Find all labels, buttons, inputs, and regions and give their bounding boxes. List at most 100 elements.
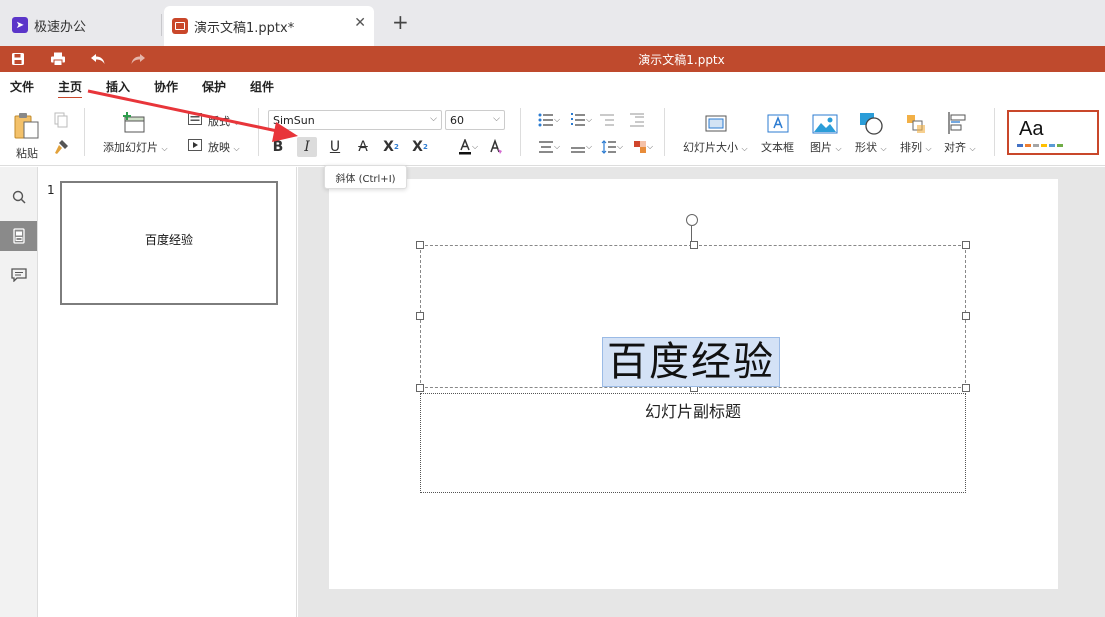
subtitle-placeholder[interactable]: 幻灯片副标题	[420, 393, 966, 493]
align-objects-button[interactable]: 对齐 ⌵	[944, 139, 976, 155]
close-tab-icon[interactable]: ✕	[354, 15, 366, 31]
play-button[interactable]: 放映 ⌵	[208, 139, 240, 155]
chevron-down-icon: ⌵	[161, 144, 168, 153]
tab-bar: ➤ 极速办公 演示文稿1.pptx* ✕ +	[0, 0, 1105, 46]
align-objects-icon[interactable]	[947, 111, 971, 134]
chevron-down-icon: ⌵	[553, 142, 561, 151]
shape-icon[interactable]	[858, 111, 883, 135]
tab-home-label: 极速办公	[34, 19, 87, 35]
menu-collaborate[interactable]: 协作	[154, 78, 178, 95]
font-color-button[interactable]: ⌵	[454, 137, 482, 157]
comment-icon[interactable]	[0, 260, 37, 290]
chevron-down-icon: ⌵	[585, 142, 593, 151]
arrange-icon[interactable]	[905, 113, 929, 135]
bold-button[interactable]: B	[268, 137, 288, 157]
layout-button[interactable]: 版式 ⌵	[208, 113, 240, 129]
font-size-select[interactable]: 60 ⌵	[445, 110, 505, 130]
menu-components[interactable]: 组件	[250, 78, 274, 95]
vertical-align-button[interactable]: ⌵	[566, 137, 596, 157]
text-box-icon[interactable]	[767, 114, 791, 136]
menu-home[interactable]: 主页	[58, 78, 83, 99]
fill-color-button[interactable]: ⌵	[628, 137, 658, 157]
slide-thumbnail[interactable]: 百度经验	[60, 181, 278, 305]
chevron-down-icon: ⌵	[553, 115, 561, 124]
resize-handle[interactable]	[962, 384, 970, 392]
numbered-list-button[interactable]: ⌵	[566, 110, 596, 130]
align-text-button[interactable]: ⌵	[534, 137, 564, 157]
italic-button[interactable]: I	[297, 137, 317, 157]
increase-indent-icon[interactable]	[627, 110, 647, 130]
tab-document-label: 演示文稿1.pptx*	[194, 20, 295, 36]
menu-bar: 文件 主页 插入 协作 保护 组件	[0, 72, 1105, 99]
theme-preview[interactable]: Aa	[1007, 110, 1099, 155]
resize-handle[interactable]	[690, 241, 698, 249]
layout-label: 版式	[208, 115, 230, 128]
menu-insert[interactable]: 插入	[106, 78, 130, 95]
add-slide-icon[interactable]	[122, 112, 146, 134]
line-spacing-button[interactable]: ⌵	[597, 137, 627, 157]
ribbon-divider	[520, 108, 521, 156]
picture-label: 图片	[810, 141, 832, 154]
decrease-indent-icon[interactable]	[597, 110, 617, 130]
menu-protect[interactable]: 保护	[202, 78, 226, 95]
menu-file[interactable]: 文件	[10, 78, 34, 95]
resize-handle[interactable]	[416, 241, 424, 249]
font-size-value: 60	[450, 114, 464, 127]
tab-divider	[161, 14, 162, 36]
chevron-down-icon: ⌵	[616, 142, 624, 151]
resize-handle[interactable]	[416, 384, 424, 392]
shape-label: 形状	[855, 141, 877, 154]
chevron-down-icon: ⌵	[585, 115, 593, 124]
font-family-value: SimSun	[273, 114, 315, 127]
superscript-mark: 2	[393, 143, 399, 151]
tab-document[interactable]: 演示文稿1.pptx* ✕	[164, 6, 374, 46]
add-slide-button[interactable]: 添加幻灯片 ⌵	[103, 139, 168, 155]
superscript-label: X	[383, 139, 394, 155]
ribbon-divider	[84, 108, 85, 156]
title-placeholder[interactable]: 百度经验	[416, 241, 970, 392]
resize-handle[interactable]	[416, 312, 424, 320]
slide-size-button[interactable]: 幻灯片大小 ⌵	[683, 139, 748, 155]
slide-title-text[interactable]: 百度经验	[602, 337, 780, 387]
layout-icon[interactable]	[188, 113, 202, 125]
slide-subtitle-text[interactable]: 幻灯片副标题	[421, 398, 965, 422]
play-icon[interactable]	[188, 139, 202, 151]
highlight-icon[interactable]	[486, 137, 506, 157]
ribbon-toolbar: 粘贴 添加幻灯片 ⌵ 版式 ⌵ 放映 ⌵ SimSun ⌵ 60 ⌵ B I U…	[0, 98, 1105, 166]
underline-button[interactable]: U	[325, 137, 345, 157]
text-box-button[interactable]: 文本框	[761, 139, 794, 155]
format-painter-icon[interactable]	[53, 139, 69, 155]
left-tool-strip	[0, 167, 38, 617]
tab-home[interactable]: ➤ 极速办公	[0, 6, 160, 44]
chevron-down-icon: ⌵	[646, 142, 654, 151]
superscript-button[interactable]: X2	[381, 137, 401, 157]
picture-button[interactable]: 图片 ⌵	[810, 139, 842, 155]
picture-icon[interactable]	[812, 113, 838, 135]
font-family-select[interactable]: SimSun ⌵	[268, 110, 442, 130]
resize-handle[interactable]	[962, 241, 970, 249]
shape-button[interactable]: 形状 ⌵	[855, 139, 887, 155]
subscript-button[interactable]: X2	[410, 137, 430, 157]
slide-canvas: 百度经验 幻灯片副标题	[298, 167, 1105, 617]
slide-size-icon[interactable]	[705, 114, 729, 136]
chevron-down-icon: ⌵	[430, 114, 437, 124]
arrange-button[interactable]: 排列 ⌵	[900, 139, 932, 155]
rotate-handle[interactable]	[686, 214, 698, 226]
copy-icon[interactable]	[54, 112, 68, 128]
slides-panel-icon[interactable]	[0, 221, 37, 251]
chevron-down-icon: ⌵	[880, 144, 887, 153]
arrange-label: 排列	[900, 141, 922, 154]
bullet-list-button[interactable]: ⌵	[534, 110, 564, 130]
paste-label[interactable]: 粘贴	[16, 145, 38, 161]
theme-color-swatch	[1057, 144, 1063, 147]
ribbon-divider	[258, 108, 259, 156]
resize-handle[interactable]	[962, 312, 970, 320]
slide[interactable]: 百度经验 幻灯片副标题	[329, 179, 1058, 589]
theme-color-swatch	[1041, 144, 1047, 147]
align-objects-label: 对齐	[944, 141, 966, 154]
strikethrough-button[interactable]: A	[353, 137, 373, 157]
new-tab-button[interactable]: +	[392, 10, 409, 34]
presentation-icon	[172, 18, 188, 34]
paste-icon[interactable]	[14, 112, 40, 140]
search-icon[interactable]	[0, 182, 37, 212]
